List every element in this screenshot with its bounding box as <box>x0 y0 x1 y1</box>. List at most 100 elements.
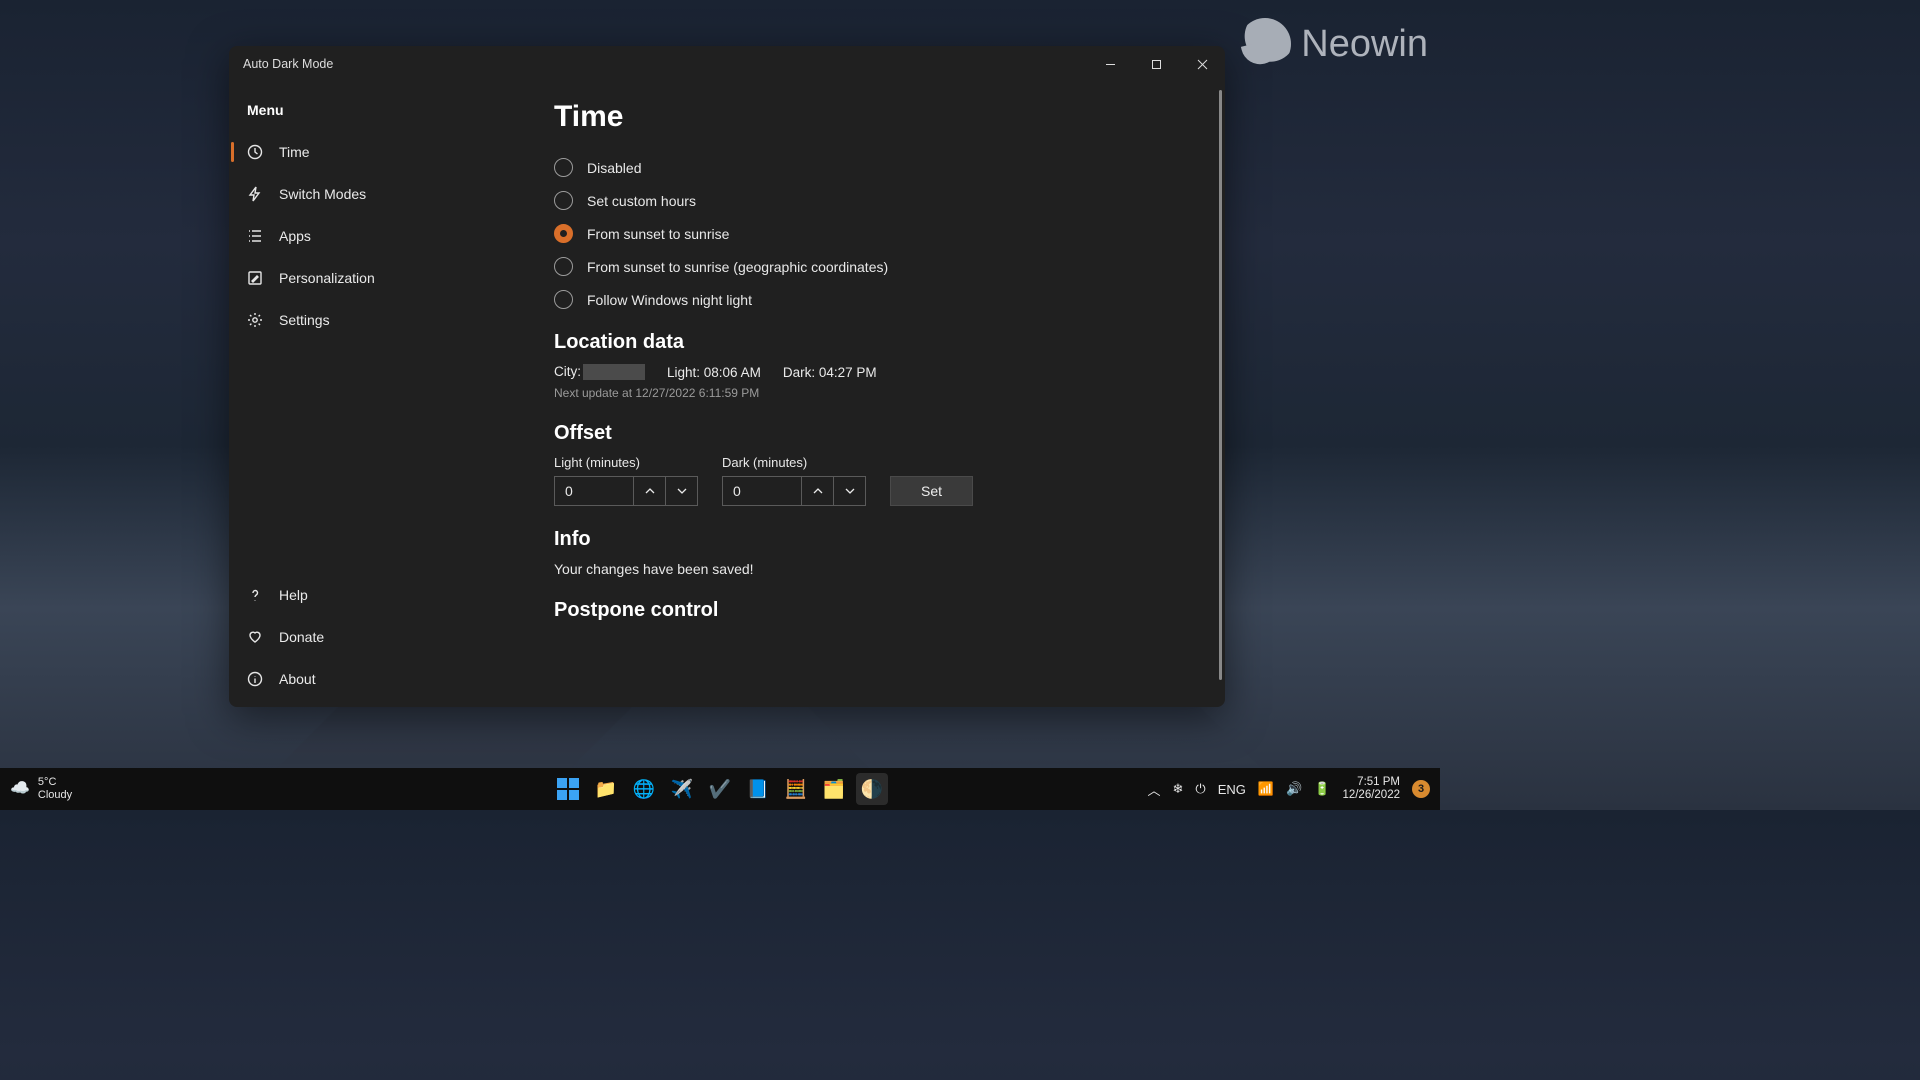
location-row: City: Light: 08:06 AM Dark: 04:27 PM <box>554 364 1185 380</box>
taskbar-files[interactable]: 🗂️ <box>818 773 850 805</box>
taskbar-right: ︿ ❄ ⏻ ENG 📶 🔊 🔋 7:51 PM 12/26/2022 3 <box>1147 776 1430 802</box>
heart-icon <box>247 629 263 645</box>
neowin-text: Neowin <box>1301 23 1428 66</box>
info-message: Your changes have been saved! <box>554 561 1185 577</box>
sidebar-item-label: Settings <box>279 312 330 328</box>
sidebar-nav: Time Switch Modes Apps <box>229 132 554 340</box>
offset-dark-field: Dark (minutes) <box>722 455 866 506</box>
list-icon <box>247 228 263 244</box>
chevron-up-icon <box>645 486 655 496</box>
sidebar-item-label: Personalization <box>279 270 375 286</box>
radio-dot-icon <box>554 257 573 276</box>
offset-light-down[interactable] <box>666 476 698 506</box>
offset-dark-up[interactable] <box>802 476 834 506</box>
radio-dot-icon <box>554 290 573 309</box>
clock-icon <box>247 144 263 160</box>
offset-light-up[interactable] <box>634 476 666 506</box>
minimize-button[interactable] <box>1087 46 1133 82</box>
light-time: Light: 08:06 AM <box>667 365 761 380</box>
chevron-up-icon <box>813 486 823 496</box>
dark-time: Dark: 04:27 PM <box>783 365 877 380</box>
taskbar-edge[interactable]: 🌐 <box>628 773 660 805</box>
sidebar-item-help[interactable]: Help <box>229 575 554 615</box>
postpone-heading: Postpone control <box>554 599 1185 622</box>
tray-volume-icon[interactable]: 🔊 <box>1286 781 1302 797</box>
city-masked <box>583 364 645 380</box>
tray-battery-icon[interactable]: 🔋 <box>1314 781 1330 797</box>
sidebar-item-label: Donate <box>279 629 324 645</box>
sidebar-item-time[interactable]: Time <box>229 132 554 172</box>
tray-wifi-icon[interactable]: 📶 <box>1258 781 1274 797</box>
content-scroll[interactable]: Time Disabled Set custom hours From suns… <box>554 82 1225 707</box>
window-title: Auto Dark Mode <box>243 57 333 71</box>
maximize-button[interactable] <box>1133 46 1179 82</box>
offset-light-input[interactable] <box>554 476 634 506</box>
sidebar-footer: Help Donate About <box>229 575 554 699</box>
radio-sunset-sunrise[interactable]: From sunset to sunrise <box>554 224 1185 243</box>
taskbar-center: 📁 🌐 ✈️ ✔️ 📘 🧮 🗂️ 🌗 <box>552 773 888 805</box>
taskbar-notification-badge[interactable]: 3 <box>1412 780 1430 798</box>
close-button[interactable] <box>1179 46 1225 82</box>
sidebar-item-switch-modes[interactable]: Switch Modes <box>229 174 554 214</box>
weather-temp: 5°C <box>38 776 72 789</box>
offset-dark-down[interactable] <box>834 476 866 506</box>
next-update: Next update at 12/27/2022 6:11:59 PM <box>554 386 1185 400</box>
info-heading: Info <box>554 528 1185 551</box>
content-pane: Time Disabled Set custom hours From suns… <box>554 82 1225 707</box>
radio-night-light[interactable]: Follow Windows night light <box>554 290 1185 309</box>
sidebar-item-donate[interactable]: Donate <box>229 617 554 657</box>
taskbar-date: 12/26/2022 <box>1342 789 1400 802</box>
page-title: Time <box>554 100 1185 134</box>
taskbar: ☁️ 5°C Cloudy 📁 🌐 ✈️ ✔️ 📘 🧮 🗂️ 🌗 ︿ ❄ ⏻ E… <box>0 768 1440 810</box>
weather-icon: ☁️ <box>10 780 30 798</box>
tray-language[interactable]: ENG <box>1218 782 1246 797</box>
taskbar-telegram[interactable]: ✈️ <box>666 773 698 805</box>
sidebar-item-about[interactable]: About <box>229 659 554 699</box>
scrollbar[interactable] <box>1219 90 1222 680</box>
tray-power-icon[interactable]: ⏻ <box>1195 781 1205 797</box>
radio-dot-icon <box>554 224 573 243</box>
offset-dark-input[interactable] <box>722 476 802 506</box>
offset-row: Light (minutes) Dark (minutes) <box>554 455 1185 506</box>
radio-sunset-geo[interactable]: From sunset to sunrise (geographic coord… <box>554 257 1185 276</box>
radio-label: Follow Windows night light <box>587 292 752 308</box>
radio-label: From sunset to sunrise (geographic coord… <box>587 259 888 275</box>
info-icon <box>247 671 263 687</box>
edit-icon <box>247 270 263 286</box>
time-mode-radio-group: Disabled Set custom hours From sunset to… <box>554 158 1185 309</box>
chevron-down-icon <box>845 486 855 496</box>
sidebar-item-personalization[interactable]: Personalization <box>229 258 554 298</box>
app-window: Auto Dark Mode Menu Time <box>229 46 1225 707</box>
sidebar-item-apps[interactable]: Apps <box>229 216 554 256</box>
sidebar-item-label: Time <box>279 144 310 160</box>
start-button[interactable] <box>552 773 584 805</box>
taskbar-calculator[interactable]: 🧮 <box>780 773 812 805</box>
sidebar-item-settings[interactable]: Settings <box>229 300 554 340</box>
radio-label: Disabled <box>587 160 641 176</box>
taskbar-autodarkmode[interactable]: 🌗 <box>856 773 888 805</box>
radio-custom-hours[interactable]: Set custom hours <box>554 191 1185 210</box>
taskbar-todo[interactable]: ✔️ <box>704 773 736 805</box>
tray-overflow[interactable]: ︿ <box>1147 780 1160 799</box>
sidebar-heading: Menu <box>229 90 554 132</box>
taskbar-explorer[interactable]: 📁 <box>590 773 622 805</box>
taskbar-weather[interactable]: ☁️ 5°C Cloudy <box>10 776 72 801</box>
offset-heading: Offset <box>554 422 1185 445</box>
taskbar-time: 7:51 PM <box>1342 776 1400 789</box>
sidebar-item-label: Help <box>279 587 308 603</box>
titlebar[interactable]: Auto Dark Mode <box>229 46 1225 82</box>
gear-icon <box>247 312 263 328</box>
lightning-icon <box>247 186 263 202</box>
windows-icon <box>557 778 579 800</box>
radio-disabled[interactable]: Disabled <box>554 158 1185 177</box>
taskbar-clock[interactable]: 7:51 PM 12/26/2022 <box>1342 776 1400 802</box>
neowin-logo-icon <box>1239 18 1291 70</box>
offset-set-button[interactable]: Set <box>890 476 973 506</box>
sidebar: Menu Time Switch Modes <box>229 82 554 707</box>
tray-snowflake-icon[interactable]: ❄ <box>1173 781 1184 797</box>
weather-cond: Cloudy <box>38 789 72 802</box>
chevron-down-icon <box>677 486 687 496</box>
window-controls <box>1087 46 1225 82</box>
taskbar-word[interactable]: 📘 <box>742 773 774 805</box>
radio-dot-icon <box>554 158 573 177</box>
